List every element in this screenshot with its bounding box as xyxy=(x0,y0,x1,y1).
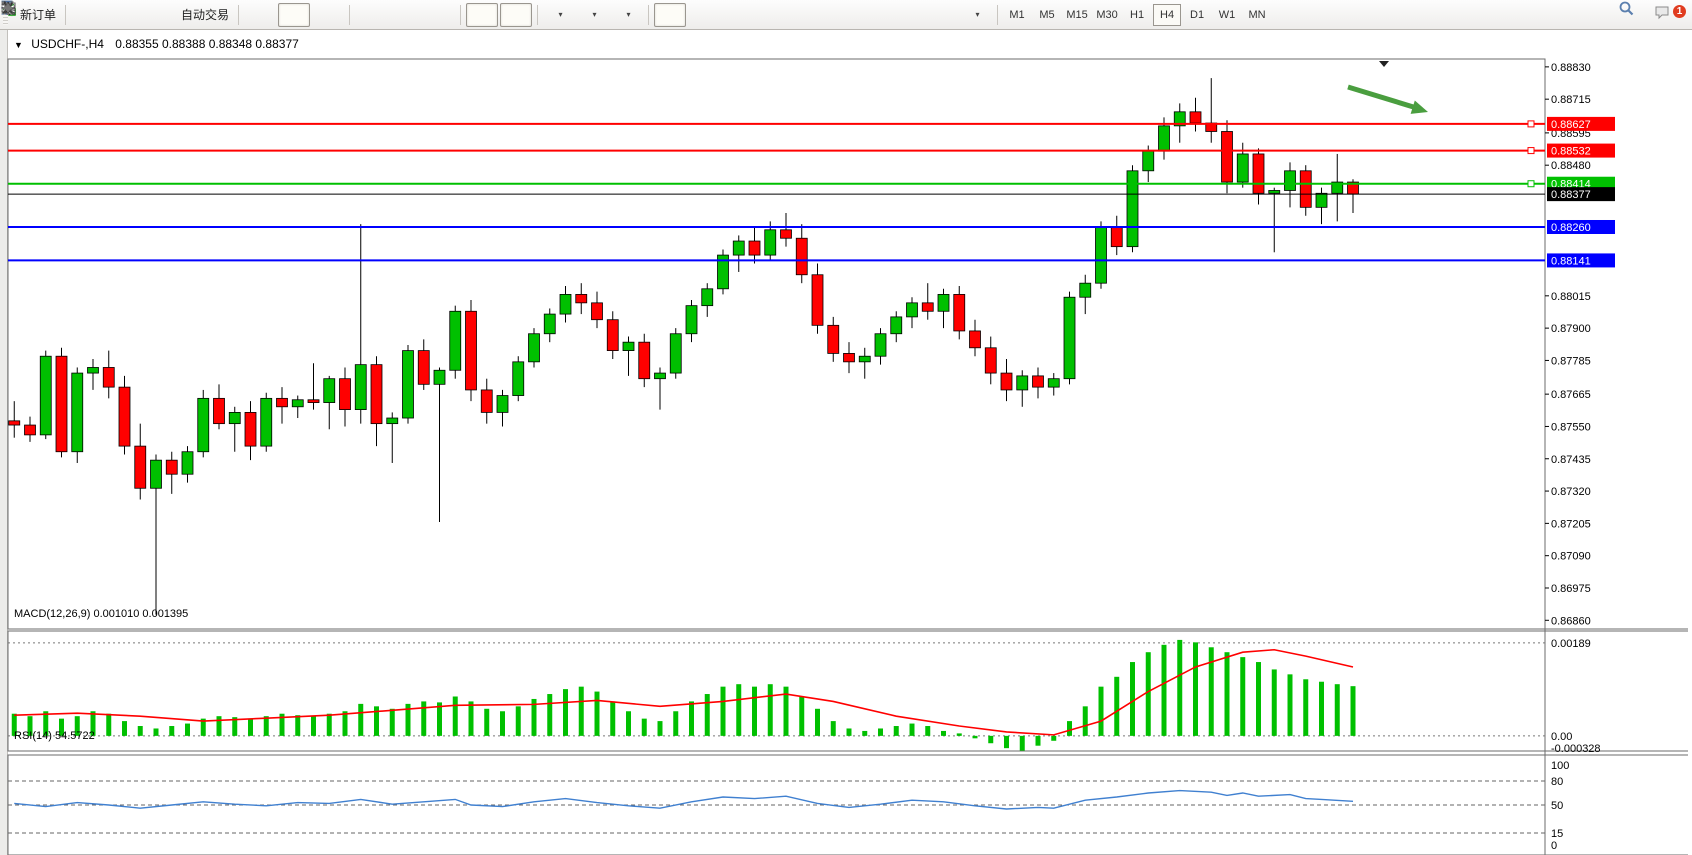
tile-windows-button[interactable] xyxy=(423,3,455,27)
rsi-tick-label: 50 xyxy=(1551,800,1563,812)
chart-title: ▼ USDCHF-,H4 0.88355 0.88388 0.88348 0.8… xyxy=(14,37,299,51)
market-button[interactable] xyxy=(71,3,103,27)
toolbar-groups: 新订单 自动交易 ▾ ▾ ▾ EFAT ▾ xyxy=(11,3,993,27)
timeframe-m1-button[interactable]: M1 xyxy=(1003,4,1031,26)
new-order-button-label: 新订单 xyxy=(20,6,56,23)
timeframe-w1-button[interactable]: W1 xyxy=(1213,4,1241,26)
price-tick-label: 0.88480 xyxy=(1551,160,1591,172)
rsi-tick-label: 80 xyxy=(1551,776,1563,788)
price-tick-label: 0.87435 xyxy=(1551,454,1591,466)
timeframe-mn-button[interactable]: MN xyxy=(1243,4,1271,26)
level-price-label: 0.88627 xyxy=(1551,119,1591,131)
price-tick-label: 0.87550 xyxy=(1551,421,1591,433)
line-chart-button[interactable] xyxy=(312,3,344,27)
cursor-button[interactable] xyxy=(654,3,686,27)
new-chart-button[interactable]: ▾ xyxy=(543,3,575,27)
level-handle[interactable] xyxy=(1528,121,1534,127)
zoom-out-button[interactable] xyxy=(389,3,421,27)
notifications-button[interactable]: 1 xyxy=(1653,3,1685,27)
rsi-tick-label: 100 xyxy=(1551,760,1569,772)
price-tick-label: 0.87785 xyxy=(1551,355,1591,367)
macd-tick-label: -0.000328 xyxy=(1551,743,1601,755)
search-button[interactable] xyxy=(1619,3,1651,27)
price-tick-label: 0.87665 xyxy=(1551,389,1591,401)
autotrade-button-label: 自动交易 xyxy=(181,6,229,23)
channel-button[interactable]: F xyxy=(858,3,890,27)
price-tick-label: 0.86975 xyxy=(1551,583,1591,595)
price-tick-label: 0.87205 xyxy=(1551,518,1591,530)
macd-indicator-label: MACD(12,26,9) 0.001010 0.001395 xyxy=(14,608,188,620)
timeframe-d1-button[interactable]: D1 xyxy=(1183,4,1211,26)
timeframe-toolbar: M1M5M15M30H1H4D1W1MN xyxy=(1002,4,1272,26)
chart-window[interactable]: ▼ USDCHF-,H4 0.88355 0.88388 0.88348 0.8… xyxy=(0,29,1692,855)
level-price-label: 0.88377 xyxy=(1551,189,1591,201)
crosshair-button[interactable] xyxy=(688,3,720,27)
timeframe-m15-button[interactable]: M15 xyxy=(1063,4,1091,26)
caret-down-icon: ▾ xyxy=(559,10,563,19)
price-tick-label: 0.88015 xyxy=(1551,291,1591,303)
price-tick-label: 0.88715 xyxy=(1551,94,1591,106)
trendline-button[interactable] xyxy=(790,3,822,27)
text-label-button[interactable]: T xyxy=(926,3,958,27)
pane-border xyxy=(8,631,1545,751)
level-price-label: 0.88260 xyxy=(1551,222,1591,234)
macd-histogram xyxy=(12,640,1356,751)
horizontal-line-button[interactable] xyxy=(756,3,788,27)
rsi-line xyxy=(14,791,1353,809)
vertical-line-button[interactable] xyxy=(722,3,754,27)
symbol-period-label: USDCHF-,H4 xyxy=(31,37,104,51)
caret-down-icon: ▾ xyxy=(593,10,597,19)
chart-shift-button[interactable] xyxy=(500,3,532,27)
new-order-button[interactable]: 新订单 xyxy=(12,3,60,27)
chart-shift-marker[interactable] xyxy=(1379,61,1389,67)
notification-badge: 1 xyxy=(1673,5,1686,18)
trend-arrow[interactable] xyxy=(1348,87,1420,109)
timeframe-m30-button[interactable]: M30 xyxy=(1093,4,1121,26)
main-toolbar: 新订单 自动交易 ▾ ▾ ▾ EFAT ▾ M1M5M15M30H1H4D1W1MN 1 xyxy=(0,0,1692,30)
ohlc-values: 0.88355 0.88388 0.88348 0.88377 xyxy=(115,37,299,51)
caret-down-icon: ▾ xyxy=(976,10,980,19)
signals-button[interactable] xyxy=(139,3,171,27)
autoscroll-button[interactable] xyxy=(466,3,498,27)
chart-menu-icon[interactable]: ▼ xyxy=(14,40,23,50)
templates-button[interactable]: ▾ xyxy=(611,3,643,27)
price-tick-label: 0.87900 xyxy=(1551,323,1591,335)
pane-border xyxy=(8,59,1545,629)
rsi-indicator-label: RSI(14) 54.5722 xyxy=(14,730,95,742)
candlestick-chart-button[interactable] xyxy=(278,3,310,27)
level-price-label: 0.88141 xyxy=(1551,255,1591,267)
chart-canvas[interactable]: 0.888300.887150.885950.884800.880150.879… xyxy=(0,29,1692,855)
macd-signal-line xyxy=(14,650,1353,735)
fibonacci-button[interactable]: E xyxy=(824,3,856,27)
timeframe-h4-button[interactable]: H4 xyxy=(1153,4,1181,26)
text-button[interactable]: A xyxy=(892,3,924,27)
price-tick-label: 0.87090 xyxy=(1551,551,1591,563)
candlestick-series xyxy=(9,78,1359,615)
timeframe-h1-button[interactable]: H1 xyxy=(1123,4,1151,26)
trend-arrow-head xyxy=(1411,101,1428,114)
price-tick-label: 0.88830 xyxy=(1551,62,1591,74)
macd-tick-label: 0.00 xyxy=(1551,731,1572,743)
macd-tick-label: 0.00189 xyxy=(1551,638,1591,650)
profile-button[interactable] xyxy=(105,3,137,27)
level-handle[interactable] xyxy=(1528,181,1534,187)
periods-button[interactable]: ▾ xyxy=(577,3,609,27)
zoom-in-button[interactable] xyxy=(355,3,387,27)
level-handle[interactable] xyxy=(1528,148,1534,154)
rsi-tick-label: 0 xyxy=(1551,840,1557,852)
rsi-tick-label: 15 xyxy=(1551,828,1563,840)
arrows-button[interactable]: ▾ xyxy=(960,3,992,27)
timeframe-m5-button[interactable]: M5 xyxy=(1033,4,1061,26)
bar-chart-button[interactable] xyxy=(244,3,276,27)
price-tick-label: 0.86860 xyxy=(1551,615,1591,627)
autotrade-button[interactable]: 自动交易 xyxy=(173,3,233,27)
level-price-label: 0.88532 xyxy=(1551,146,1591,158)
caret-down-icon: ▾ xyxy=(627,10,631,19)
price-tick-label: 0.87320 xyxy=(1551,486,1591,498)
